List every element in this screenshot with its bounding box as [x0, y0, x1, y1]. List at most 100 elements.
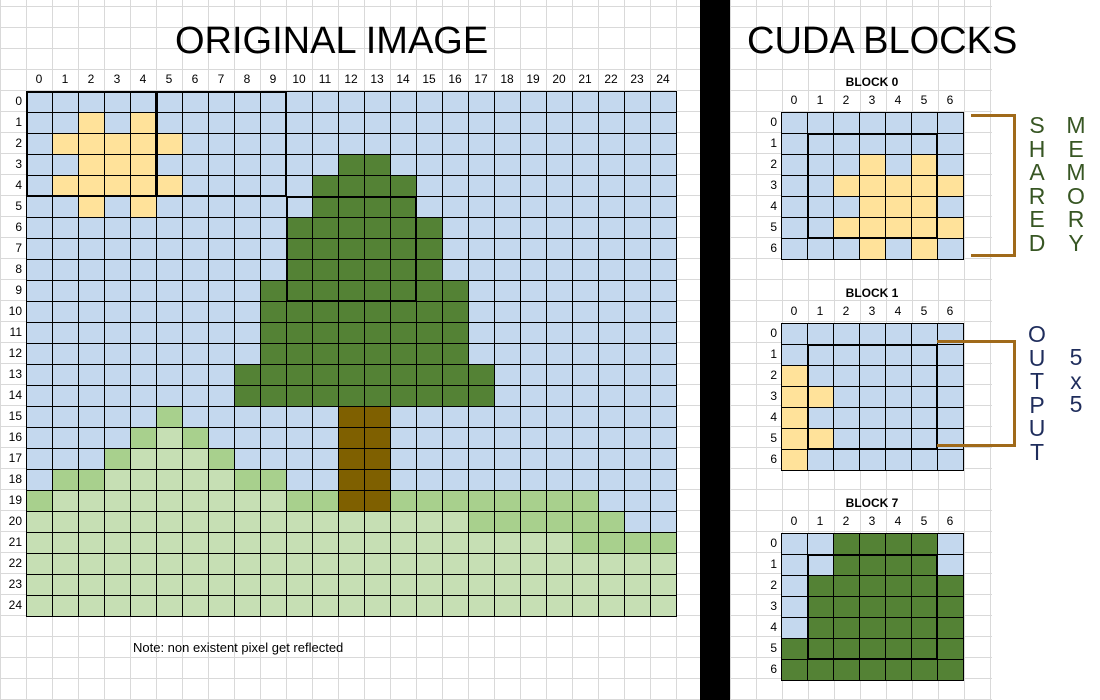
- pixel-cell: [468, 385, 495, 407]
- pixel-cell: [833, 344, 860, 366]
- pixel-cell: [442, 238, 469, 260]
- pixel-cell: [78, 154, 105, 176]
- pixel-cell: [390, 238, 417, 260]
- pixel-cell: [520, 175, 547, 197]
- column-index-label: 1: [816, 304, 824, 318]
- pixel-cell: [807, 112, 834, 134]
- pixel-cell: [156, 469, 183, 491]
- column-index-label: 5: [920, 304, 928, 318]
- pixel-cell: [78, 553, 105, 575]
- column-index-label: 6: [191, 72, 199, 86]
- pixel-cell: [156, 175, 183, 197]
- pixel-cell: [911, 154, 938, 176]
- pixel-cell: [104, 406, 131, 428]
- pixel-cell: [624, 322, 651, 344]
- pixel-cell: [260, 196, 287, 218]
- pixel-cell: [208, 175, 235, 197]
- pixel-cell: [572, 301, 599, 323]
- pixel-cell: [26, 595, 53, 617]
- memory-label-letter: Y: [1068, 229, 1084, 256]
- pixel-cell: [494, 427, 521, 449]
- pixel-cell: [520, 112, 547, 134]
- pixel-cell: [182, 91, 209, 113]
- pixel-cell: [885, 323, 912, 345]
- pixel-cell: [78, 448, 105, 470]
- pixel-cell: [78, 133, 105, 155]
- pixel-cell: [468, 343, 495, 365]
- pixel-cell: [156, 343, 183, 365]
- note-text: Note: non existent pixel get reflected: [133, 640, 344, 655]
- pixel-cell: [338, 490, 365, 512]
- pixel-cell: [286, 196, 313, 218]
- pixel-cell: [260, 364, 287, 386]
- pixel-cell: [208, 532, 235, 554]
- pixel-cell: [546, 259, 573, 281]
- pixel-cell: [208, 574, 235, 596]
- pixel-cell: [390, 175, 417, 197]
- pixel-cell: [364, 280, 391, 302]
- pixel-cell: [468, 133, 495, 155]
- column-index-label: 16: [448, 72, 462, 86]
- pixel-cell: [104, 553, 131, 575]
- pixel-cell: [260, 322, 287, 344]
- pixel-cell: [26, 280, 53, 302]
- pixel-cell: [78, 259, 105, 281]
- pixel-cell: [312, 91, 339, 113]
- pixel-cell: [494, 469, 521, 491]
- pixel-cell: [182, 112, 209, 134]
- pixel-cell: [312, 175, 339, 197]
- pixel-cell: [104, 301, 131, 323]
- pixel-cell: [468, 322, 495, 344]
- pixel-cell: [182, 532, 209, 554]
- pixel-cell: [390, 574, 417, 596]
- column-index-label: 1: [816, 514, 824, 528]
- pixel-cell: [494, 280, 521, 302]
- pixel-cell: [572, 91, 599, 113]
- pixel-cell: [234, 448, 261, 470]
- pixel-cell: [208, 427, 235, 449]
- pixel-cell: [859, 196, 886, 218]
- column-index-label: 0: [35, 72, 43, 86]
- pixel-cell: [494, 91, 521, 113]
- pixel-cell: [338, 217, 365, 239]
- pixel-cell: [624, 511, 651, 533]
- pixel-cell: [650, 238, 677, 260]
- row-index-label: 2: [770, 578, 777, 592]
- pixel-cell: [260, 154, 287, 176]
- pixel-cell: [781, 238, 808, 260]
- pixel-cell: [807, 175, 834, 197]
- pixel-cell: [286, 595, 313, 617]
- pixel-cell: [807, 533, 834, 555]
- pixel-cell: [234, 133, 261, 155]
- pixel-cell: [468, 553, 495, 575]
- row-index-label: 20: [8, 514, 22, 528]
- cuda-blocks-title: CUDA BLOCKS: [747, 20, 1018, 62]
- pixel-cell: [234, 259, 261, 281]
- pixel-cell: [208, 154, 235, 176]
- pixel-cell: [390, 511, 417, 533]
- pixel-cell: [520, 574, 547, 596]
- pixel-cell: [338, 154, 365, 176]
- pixel-cell: [78, 406, 105, 428]
- pixel-cell: [911, 575, 938, 597]
- pixel-cell: [338, 448, 365, 470]
- pixel-cell: [442, 595, 469, 617]
- row-index-label: 9: [15, 283, 22, 297]
- pixel-cell: [520, 217, 547, 239]
- pixel-cell: [26, 322, 53, 344]
- pixel-cell: [442, 574, 469, 596]
- pixel-cell: [442, 112, 469, 134]
- pixel-cell: [442, 385, 469, 407]
- pixel-cell: [624, 343, 651, 365]
- pixel-cell: [546, 595, 573, 617]
- pixel-cell: [520, 511, 547, 533]
- row-index-label: 19: [8, 493, 22, 507]
- pixel-cell: [364, 217, 391, 239]
- pixel-cell: [130, 595, 157, 617]
- pixel-cell: [338, 553, 365, 575]
- pixel-cell: [390, 91, 417, 113]
- pixel-cell: [208, 217, 235, 239]
- column-index-label: 6: [946, 93, 954, 107]
- pixel-cell: [520, 196, 547, 218]
- pixel-cell: [937, 449, 964, 471]
